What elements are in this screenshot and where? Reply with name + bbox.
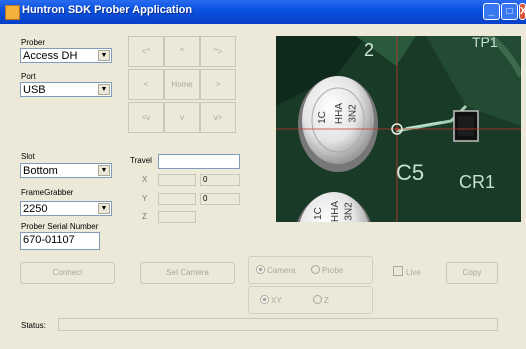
board-label-cr1: CR1 [459, 172, 496, 192]
x-label: X [142, 175, 148, 184]
status-label: Status: [21, 321, 46, 330]
app-icon [5, 5, 20, 20]
x-value-field: 0 [200, 174, 240, 186]
z-radio[interactable]: Z [313, 295, 329, 305]
travel-label: Travel [130, 156, 152, 165]
probe-radio-label: Probe [322, 266, 344, 275]
y-field [158, 193, 196, 205]
set-camera-button[interactable]: Set Camera [140, 262, 235, 284]
framegrabber-select-value: 2250 [23, 203, 48, 215]
jog-left-button[interactable]: < [128, 69, 164, 100]
chevron-down-icon[interactable]: ▼ [98, 50, 110, 61]
chevron-down-icon[interactable]: ▼ [98, 84, 110, 95]
port-label: Port [21, 72, 36, 81]
jog-down-left-button[interactable]: <v [128, 102, 164, 133]
port-select[interactable]: USB ▼ [20, 82, 112, 97]
slot-label: Slot [21, 152, 35, 161]
z-field [158, 211, 196, 223]
capacitor-text-hha-2: HHA [330, 200, 342, 222]
copy-button[interactable]: Copy [446, 262, 498, 284]
maximize-button[interactable]: □ [501, 3, 518, 20]
probe-radio[interactable]: Probe [311, 265, 343, 275]
radio-icon [313, 295, 322, 304]
jog-up-button[interactable]: ^ [164, 36, 200, 67]
capacitor-text-1c-2: 1C [312, 207, 324, 220]
capacitor-text-3n2: 3N2 [347, 104, 359, 123]
x-value: 0 [203, 175, 208, 184]
connect-button[interactable]: Connect [20, 262, 115, 284]
live-checkbox[interactable]: Live [393, 266, 421, 277]
z-radio-label: Z [324, 296, 329, 305]
camera-image [276, 36, 521, 222]
y-label: Y [142, 194, 148, 203]
camera-view[interactable]: 2 TP1 C5 CR1 1C HHA 3N2 1C HHA 3N2 [276, 36, 521, 222]
serial-number-value: 670-01107 [23, 234, 75, 246]
close-button[interactable]: X [519, 3, 526, 20]
xy-radio[interactable]: XY [260, 295, 282, 305]
slot-select-value: Bottom [23, 165, 58, 177]
board-label-tp1: TP1 [472, 36, 498, 50]
jog-right-button[interactable]: > [200, 69, 236, 100]
radio-selected-icon [256, 265, 265, 274]
status-field [58, 318, 498, 331]
prober-label: Prober [21, 38, 46, 47]
jog-up-left-button[interactable]: <^ [128, 36, 164, 67]
app-window: Huntron SDK Prober Application _ □ X Pro… [0, 0, 526, 349]
live-checkbox-label: Live [406, 268, 421, 277]
travel-field[interactable] [158, 154, 240, 169]
checkbox-icon [393, 266, 403, 276]
window-title: Huntron SDK Prober Application [22, 4, 193, 16]
xy-radio-label: XY [271, 296, 282, 305]
title-bar[interactable]: Huntron SDK Prober Application _ □ X [0, 0, 526, 24]
serial-number-field[interactable]: 670-01107 [20, 232, 100, 250]
z-label: Z [142, 212, 147, 221]
camera-radio-label: Camera [267, 266, 296, 275]
jog-down-button[interactable]: v [164, 102, 200, 133]
board-label-c5: C5 [396, 160, 425, 185]
camera-radio[interactable]: Camera [256, 265, 295, 275]
framegrabber-label: FrameGrabber [21, 188, 74, 197]
radio-selected-icon [260, 295, 269, 304]
jog-up-right-button[interactable]: ^> [200, 36, 236, 67]
slot-select[interactable]: Bottom ▼ [20, 163, 112, 178]
home-button[interactable]: Home [164, 69, 200, 100]
board-label-2: 2 [364, 40, 375, 60]
radio-icon [311, 265, 320, 274]
port-select-value: USB [23, 84, 46, 96]
x-field [158, 174, 196, 186]
capacitor-text-3n2-2: 3N2 [343, 202, 355, 221]
chevron-down-icon[interactable]: ▼ [98, 165, 110, 176]
y-value-field: 0 [200, 193, 240, 205]
prober-select[interactable]: Access DH ▼ [20, 48, 112, 63]
capacitor-text-1c: 1C [316, 111, 328, 124]
framegrabber-select[interactable]: 2250 ▼ [20, 201, 112, 216]
chevron-down-icon[interactable]: ▼ [98, 203, 110, 214]
capacitor-text-hha: HHA [334, 102, 346, 125]
minimize-button[interactable]: _ [483, 3, 500, 20]
serial-number-label: Prober Serial Number [21, 222, 99, 231]
prober-select-value: Access DH [23, 50, 78, 62]
y-value: 0 [203, 194, 208, 203]
jog-down-right-button[interactable]: v> [200, 102, 236, 133]
